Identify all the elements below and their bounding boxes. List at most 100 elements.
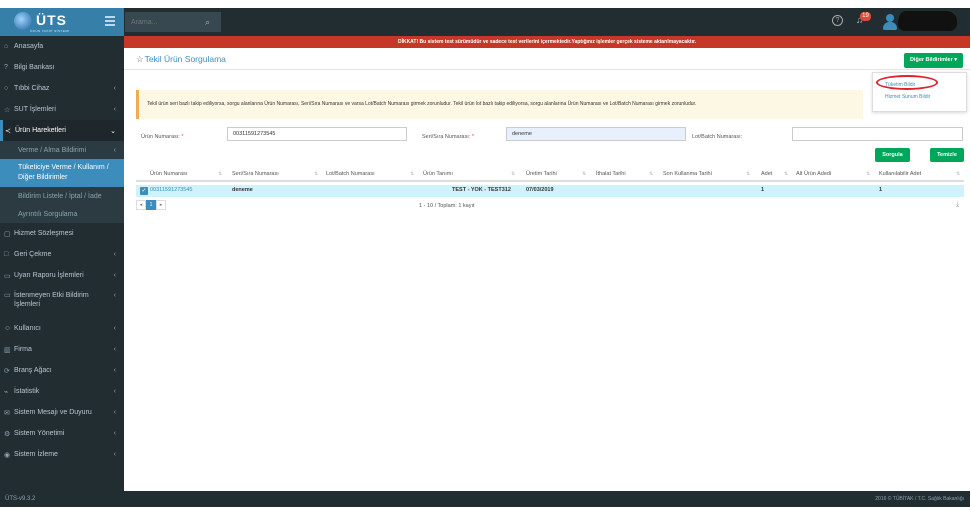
sidebar-item-geri-cekme[interactable]: □ Geri Çekme ‹ [0, 244, 124, 265]
page-number[interactable]: 1 [146, 200, 156, 210]
chevron-left-icon: ‹ [113, 367, 116, 374]
chevron-left-icon: ‹ [113, 106, 116, 113]
logo[interactable]: ÜTS ÜRÜN TAKİP SİSTEMİ [0, 8, 124, 36]
search-box: ⌕ [125, 12, 221, 32]
chevron-left-icon: ‹ [113, 430, 116, 437]
chevron-left-icon: ‹ [113, 292, 116, 299]
sidebar-item-label: Anasayfa [14, 43, 44, 50]
sort-icon[interactable]: ⇅ [746, 171, 750, 177]
sort-icon[interactable]: ⇅ [956, 171, 960, 177]
chevron-down-icon: ⌄ [110, 127, 116, 135]
other-notifications-button[interactable]: Diğer Bildirimler ▾ [904, 53, 963, 68]
gear-icon: ⚙ [4, 430, 11, 438]
sort-icon[interactable]: ⇅ [218, 171, 222, 177]
comment-icon: ▭ [4, 272, 11, 280]
page-title-text: Tekil Ürün Sorgulama [144, 54, 226, 64]
chevron-left-icon: ‹ [113, 451, 116, 458]
prev-page-icon[interactable]: ◂ [136, 200, 146, 210]
sidebar-item-label: SUT İşlemleri [14, 106, 56, 113]
sidebar-item-sut-islemleri[interactable]: ☆ SUT İşlemleri ‹ [0, 99, 124, 120]
sort-icon[interactable]: ⇅ [649, 171, 653, 177]
sidebar-item-label: Sistem Yönetimi [14, 430, 65, 437]
sort-icon[interactable]: ⇅ [784, 171, 788, 177]
chevron-left-icon: ‹ [113, 251, 116, 258]
building-icon: ▥ [4, 346, 11, 354]
cell-quantity: 1 [761, 187, 765, 193]
sidebar-item-label: İstenmeyen Etki Bildirim İşlemleri [14, 292, 89, 308]
product-no-input[interactable]: 00311591273545 [227, 127, 407, 141]
chevron-left-icon: ‹ [113, 146, 116, 154]
cell-available-quantity: 1 [879, 187, 883, 193]
sidebar-item-bilgi-bankasi[interactable]: ? Bilgi Bankası [0, 57, 124, 78]
chevron-left-icon: ‹ [113, 85, 116, 92]
sidebar-subitem-verme-alma[interactable]: Verme / Alma Bildirimi ‹ [0, 141, 124, 159]
chevron-left-icon: ‹ [113, 325, 116, 332]
sidebar-item-sistem-yonetimi[interactable]: ⚙ Sistem Yönetimi ‹ [0, 423, 124, 444]
chart-icon: ⌁ [4, 388, 9, 396]
sidebar-subitem-label: Tüketiciye Verme / Kullanım / Diğer Bild… [18, 164, 109, 181]
col-header-available-quantity[interactable]: Kullanılabilir Adet [879, 171, 921, 177]
row-checkbox[interactable]: ✓ [140, 187, 148, 195]
help-icon[interactable]: ? [832, 15, 843, 26]
query-button[interactable]: Sorgula [875, 148, 910, 162]
sidebar-item-label: Tıbbi Cihaz [14, 85, 50, 92]
lot-no-input[interactable] [792, 127, 963, 141]
col-header-serial-no[interactable]: Seri/Sıra Numarası [232, 171, 279, 177]
sidebar-subitem-tuketiciye-verme[interactable]: Tüketiciye Verme / Kullanım / Diğer Bild… [0, 159, 124, 187]
screen: ÜTS ÜRÜN TAKİP SİSTEMİ ⌕ ? ♫ 19 ⌂ Anasay… [0, 0, 971, 511]
col-header-expiry-date[interactable]: Son Kullanma Tarihi [663, 171, 712, 177]
sidebar-item-anasayfa[interactable]: ⌂ Anasayfa [0, 36, 124, 57]
sidebar-item-istatistik[interactable]: ⌁ İstatistik ‹ [0, 381, 124, 402]
sort-icon[interactable]: ⇅ [582, 171, 586, 177]
sort-icon[interactable]: ⇅ [866, 171, 870, 177]
search-icon[interactable]: ⌕ [205, 17, 210, 28]
col-header-import-date[interactable]: İthalat Tarihi [596, 171, 626, 177]
sidebar-subitem-bildirim-listele[interactable]: Bildirim Listele / İptal / İade [0, 187, 124, 205]
search-input[interactable] [125, 18, 205, 26]
sidebar-item-sistem-izleme[interactable]: ◉ Sistem İzleme ‹ [0, 444, 124, 465]
sidebar-item-firma[interactable]: ▥ Firma ‹ [0, 339, 124, 360]
chevron-left-icon: ‹ [113, 346, 116, 353]
download-icon[interactable]: ⤓ [956, 201, 959, 209]
col-header-product-no[interactable]: Ürün Numarası [150, 171, 187, 177]
sidebar-item-kullanici[interactable]: ☺ Kullanıcı ‹ [0, 318, 124, 339]
hamburger-menu-icon[interactable] [105, 16, 115, 26]
user-icon: ☺ [4, 325, 12, 332]
sort-icon[interactable]: ⇅ [511, 171, 515, 177]
notifications[interactable]: ♫ 19 [856, 12, 871, 27]
col-header-lot-no[interactable]: Lot/Batch Numarası [326, 171, 375, 177]
notification-badge: 19 [860, 12, 871, 21]
envelope-icon: ✉ [4, 409, 10, 417]
pager-info: 1 - 10 / Toplam: 1 kayıt [419, 203, 475, 209]
sidebar-item-tibbi-cihaz[interactable]: ○ Tıbbi Cihaz ‹ [0, 78, 124, 99]
sidebar-item-uyari-raporu[interactable]: ▭ Uyarı Raporu İşlemleri ‹ [0, 265, 124, 286]
clear-button[interactable]: Temizle [930, 148, 964, 162]
user-name-redacted[interactable] [895, 11, 961, 31]
col-header-product-desc[interactable]: Ürün Tanımı [423, 171, 453, 177]
sort-icon[interactable]: ⇅ [314, 171, 318, 177]
table-row[interactable]: ✓ 00311591273545 deneme TEST - YOK - TES… [136, 185, 964, 197]
user-avatar-icon[interactable] [882, 13, 898, 31]
product-no-label: Ürün Numarası: * [141, 134, 184, 140]
col-header-sub-quantity[interactable]: Alt Ürün Adedi [796, 171, 831, 177]
top-header: ÜTS ÜRÜN TAKİP SİSTEMİ ⌕ ? ♫ 19 [0, 8, 970, 36]
sidebar-item-label: Geri Çekme [14, 251, 52, 258]
square-icon: □ [4, 251, 9, 258]
col-header-production-date[interactable]: Üretim Tarihi [526, 171, 557, 177]
sidebar-item-brans-agaci[interactable]: ⟳ Branş Ağacı ‹ [0, 360, 124, 381]
cell-product-no[interactable]: 00311591273545 [150, 187, 192, 193]
sidebar-item-urun-hareketleri[interactable]: ≺ Ürün Hareketleri ⌄ [0, 120, 124, 141]
sidebar-item-hizmet-sozlesmesi[interactable]: ▢ Hizmet Sözleşmesi [0, 223, 124, 244]
dropdown-item-hizmet-sunum-bildir[interactable]: Hizmet Sunum Bildir [873, 91, 966, 103]
sidebar-item-label: Firma [14, 346, 32, 353]
sidebar-subitem-ayrintili-sorgulama[interactable]: Ayrıntılı Sorgulama [0, 205, 124, 223]
next-page-icon[interactable]: ▸ [156, 200, 166, 210]
question-icon: ? [4, 64, 8, 71]
sidebar-item-istenmeyen-etki[interactable]: ▭ İstenmeyen Etki Bildirim İşlemleri ‹ [0, 286, 124, 318]
serial-no-input[interactable]: deneme [506, 127, 686, 141]
sidebar-item-sistem-mesaji[interactable]: ✉ Sistem Mesajı ve Duyuru ‹ [0, 402, 124, 423]
col-header-quantity[interactable]: Adet [761, 171, 772, 177]
sidebar-item-label: Hizmet Sözleşmesi [14, 230, 74, 237]
sort-icon[interactable]: ⇅ [410, 171, 414, 177]
notifications-dropdown: Tüketim Bildir Hizmet Sunum Bildir [872, 72, 967, 112]
